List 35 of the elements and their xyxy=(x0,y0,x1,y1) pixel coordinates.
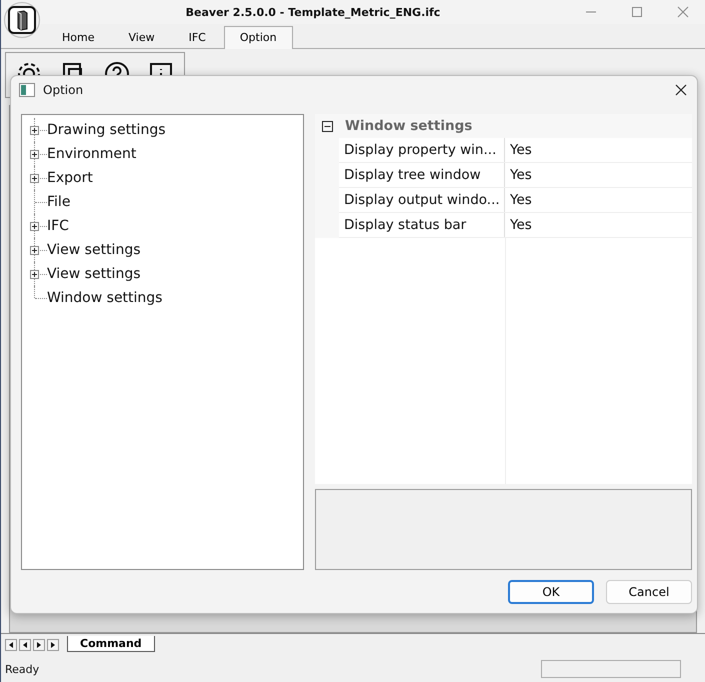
property-name: Display property win... xyxy=(339,138,505,162)
property-value[interactable]: Yes xyxy=(505,163,692,188)
property-name: Display status bar xyxy=(339,213,505,238)
dialog-title: Option xyxy=(43,83,84,98)
expand-icon[interactable] xyxy=(30,222,39,231)
window-title: Beaver 2.5.0.0 - Template_Metric_ENG.ifc xyxy=(184,6,442,18)
cancel-button[interactable]: Cancel xyxy=(606,580,692,604)
expand-icon[interactable] xyxy=(30,150,39,159)
property-name: Display output windo... xyxy=(339,188,505,212)
ribbon-tab[interactable]: View xyxy=(112,26,171,48)
window-icon xyxy=(19,83,35,98)
tree-item[interactable]: View settings xyxy=(47,242,141,258)
maximize-icon[interactable] xyxy=(631,6,643,18)
ribbon-tab[interactable]: Home xyxy=(46,26,110,48)
tree-item[interactable]: Drawing settings xyxy=(47,122,166,138)
sheet-tab[interactable]: Command xyxy=(67,636,155,652)
app-logo-icon[interactable] xyxy=(4,2,40,38)
tree-item[interactable]: View settings xyxy=(47,266,141,282)
expand-icon[interactable] xyxy=(30,246,39,255)
property-name: Display tree window xyxy=(339,163,505,188)
close-icon[interactable] xyxy=(675,84,687,96)
ribbon-tab[interactable]: IFC xyxy=(172,26,222,48)
ribbon-tab[interactable]: Option xyxy=(224,26,293,49)
property-value[interactable]: Yes xyxy=(505,138,692,162)
ok-button[interactable]: OK xyxy=(508,580,594,604)
tree-item[interactable]: Window settings xyxy=(47,290,162,306)
category-label: Window settings xyxy=(345,118,472,134)
expand-icon[interactable] xyxy=(30,174,39,183)
property-value[interactable]: Yes xyxy=(505,188,692,212)
status-text: Ready xyxy=(5,662,40,676)
property-value[interactable]: Yes xyxy=(505,213,692,238)
expand-icon[interactable] xyxy=(30,126,39,135)
collapse-icon[interactable] xyxy=(322,120,333,132)
expand-icon[interactable] xyxy=(30,270,39,279)
tree-item[interactable]: Export xyxy=(47,170,93,186)
